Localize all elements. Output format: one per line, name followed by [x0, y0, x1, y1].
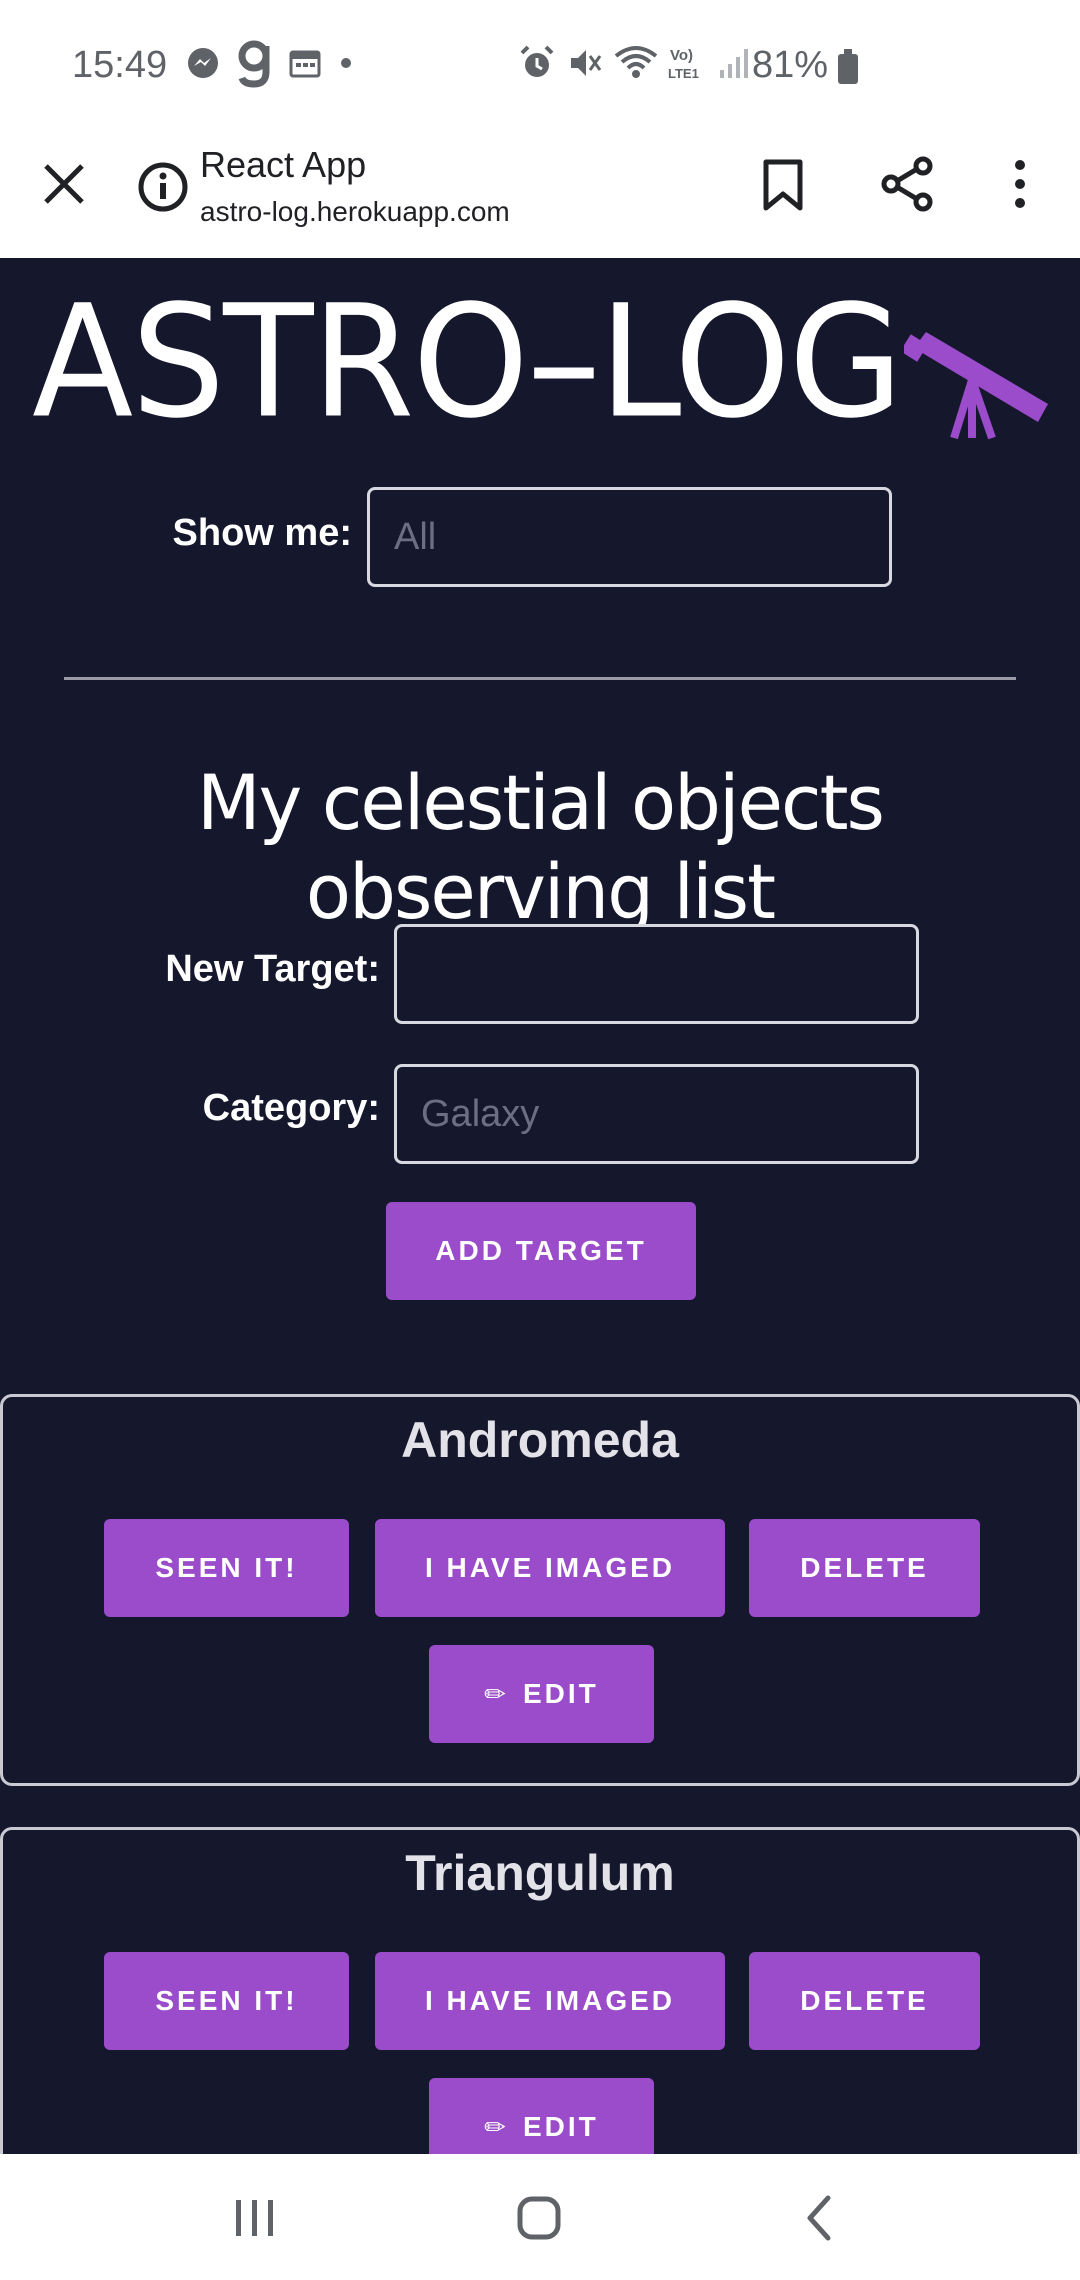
messenger-icon	[186, 46, 220, 85]
filter-select[interactable]: All	[367, 487, 892, 587]
battery-percent: 81%	[752, 44, 829, 86]
seen-it-button[interactable]: SEEN IT!	[104, 1952, 349, 2050]
imaged-button[interactable]: I HAVE IMAGED	[375, 1952, 725, 2050]
info-icon[interactable]	[136, 160, 190, 214]
edit-button[interactable]: ✏ EDIT	[429, 1645, 654, 1743]
wifi-icon	[614, 44, 658, 87]
status-time: 15:49	[72, 44, 168, 86]
new-target-input[interactable]	[394, 924, 919, 1024]
seen-it-button[interactable]: SEEN IT!	[104, 1519, 349, 1617]
notification-icons	[186, 40, 356, 90]
more-options-icon[interactable]	[1000, 156, 1040, 212]
system-nav-bar	[0, 2154, 1080, 2280]
g-app-icon	[234, 38, 274, 93]
back-icon[interactable]	[800, 2194, 840, 2247]
category-label: Category:	[202, 1087, 380, 1129]
app-logo-text: ASTRO–LOG	[32, 271, 903, 453]
target-name: Triangulum	[405, 1845, 675, 1901]
add-target-button[interactable]: ADD TARGET	[386, 1202, 696, 1300]
target-card: Andromeda SEEN IT! I HAVE IMAGED DELETE …	[0, 1394, 1080, 1786]
share-icon[interactable]	[880, 156, 934, 212]
filter-label: Show me:	[172, 512, 352, 554]
status-bar: 15:49 Vo) LTE1 81%	[0, 0, 1080, 136]
web-content: ASTRO–LOG Show me: All My celestial obje…	[0, 258, 1080, 2154]
pencil-icon: ✏	[484, 1678, 509, 1709]
new-target-label: New Target:	[165, 948, 380, 990]
edit-button[interactable]: ✏ EDIT	[429, 2078, 654, 2154]
page-url[interactable]: astro-log.herokuapp.com	[200, 196, 510, 228]
calendar-icon	[288, 46, 322, 85]
svg-text:LTE1: LTE1	[668, 66, 699, 81]
delete-button[interactable]: DELETE	[749, 1519, 980, 1617]
page-title: React App	[200, 144, 367, 185]
browser-toolbar: React App astro-log.herokuapp.com	[0, 136, 1080, 258]
alarm-icon	[518, 44, 556, 87]
mute-icon	[566, 44, 604, 87]
home-icon[interactable]	[515, 2194, 563, 2247]
recent-apps-icon[interactable]	[232, 2196, 278, 2245]
dot-icon	[336, 53, 356, 78]
imaged-button[interactable]: I HAVE IMAGED	[375, 1519, 725, 1617]
edit-button-label: EDIT	[523, 2111, 599, 2142]
edit-button-label: EDIT	[523, 1678, 599, 1709]
category-select[interactable]: Galaxy	[394, 1064, 919, 1164]
delete-button[interactable]: DELETE	[749, 1952, 980, 2050]
category-select-value: Galaxy	[421, 1092, 540, 1135]
battery-icon	[838, 49, 858, 84]
signal-icon	[718, 46, 752, 85]
target-name: Andromeda	[401, 1412, 679, 1468]
target-card: Triangulum SEEN IT! I HAVE IMAGED DELETE…	[0, 1827, 1080, 2154]
bookmark-icon[interactable]	[758, 158, 808, 212]
filter-select-value: All	[394, 515, 437, 558]
volte-icon: Vo) LTE1	[668, 44, 708, 87]
system-icons: Vo) LTE1	[518, 40, 752, 90]
page-heading: My celestial objects observing list	[196, 758, 885, 936]
pencil-icon: ✏	[484, 2111, 509, 2142]
divider	[64, 677, 1016, 680]
close-icon[interactable]	[40, 160, 88, 208]
telescope-icon	[900, 330, 1054, 440]
svg-text:Vo): Vo)	[670, 47, 693, 64]
